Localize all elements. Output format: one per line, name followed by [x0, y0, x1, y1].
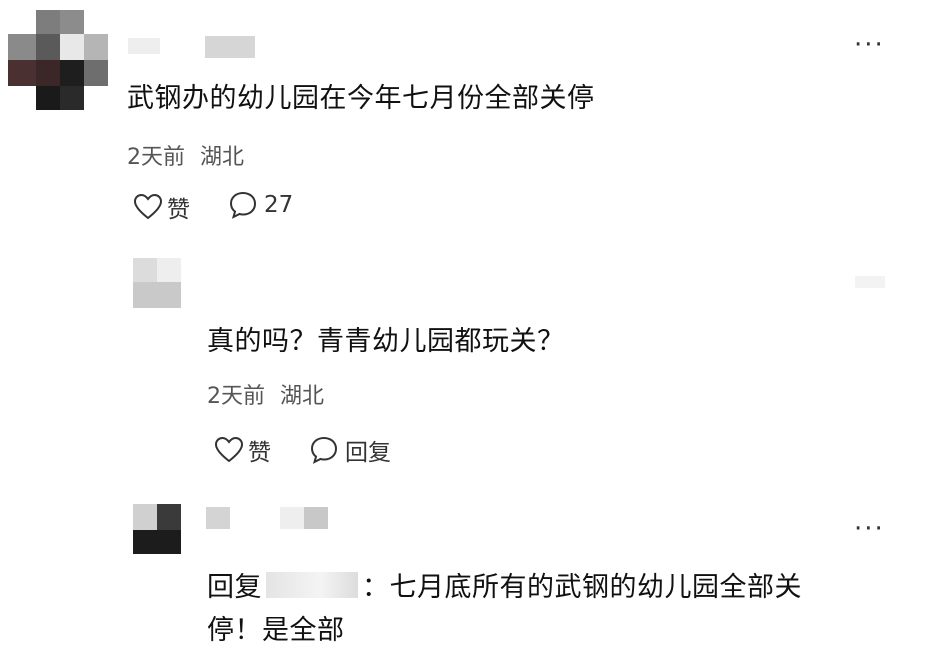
comment-meta: 2天前 湖北 [127, 139, 244, 171]
avatar[interactable] [133, 504, 181, 554]
reply-label: 回复 [345, 440, 391, 466]
comment-time: 2天前 [207, 384, 265, 409]
avatar[interactable] [8, 10, 108, 110]
like-button[interactable]: 赞 [133, 190, 190, 224]
avatar[interactable] [133, 258, 181, 308]
reply-target-redacted[interactable] [266, 571, 358, 598]
username-redacted[interactable] [205, 36, 255, 58]
username-redacted[interactable] [280, 507, 304, 529]
username-redacted[interactable] [206, 507, 230, 529]
reply-body-line-1: ：七月底所有的武钢的幼儿园全部关 [362, 572, 802, 603]
comment-text: 武钢办的幼儿园在今年七月份全部关停 [127, 83, 595, 114]
comment-bubble-icon [228, 190, 258, 220]
comment-location: 湖北 [280, 384, 325, 409]
like-button[interactable]: 赞 [214, 433, 271, 467]
comment-meta: 2天前 湖北 [207, 378, 324, 410]
more-options-icon[interactable]: ··· [854, 32, 885, 58]
reply-button[interactable]: 回复 [309, 433, 391, 467]
more-options-icon[interactable]: ··· [854, 516, 885, 542]
username-redacted[interactable] [304, 507, 328, 529]
reply-prefix: 回复 [207, 572, 262, 603]
comment-time: 2天前 [127, 145, 185, 170]
reply-text-line-1: 回复 ：七月底所有的武钢的幼儿园全部关 [207, 565, 802, 604]
reply-count-button[interactable]: 27 [228, 190, 293, 220]
reply-count: 27 [264, 192, 294, 218]
reply-body-line-2: 停！是全部 [207, 615, 345, 646]
username-redacted[interactable] [128, 38, 160, 54]
comment-text: 真的吗？青青幼儿园都玩关？ [207, 326, 565, 357]
heart-icon [133, 193, 163, 221]
username-redacted[interactable] [855, 276, 885, 288]
like-label: 赞 [167, 197, 190, 223]
heart-icon [214, 436, 244, 464]
like-label: 赞 [248, 440, 271, 466]
comment-bubble-icon [309, 435, 339, 465]
comment-location: 湖北 [200, 145, 245, 170]
